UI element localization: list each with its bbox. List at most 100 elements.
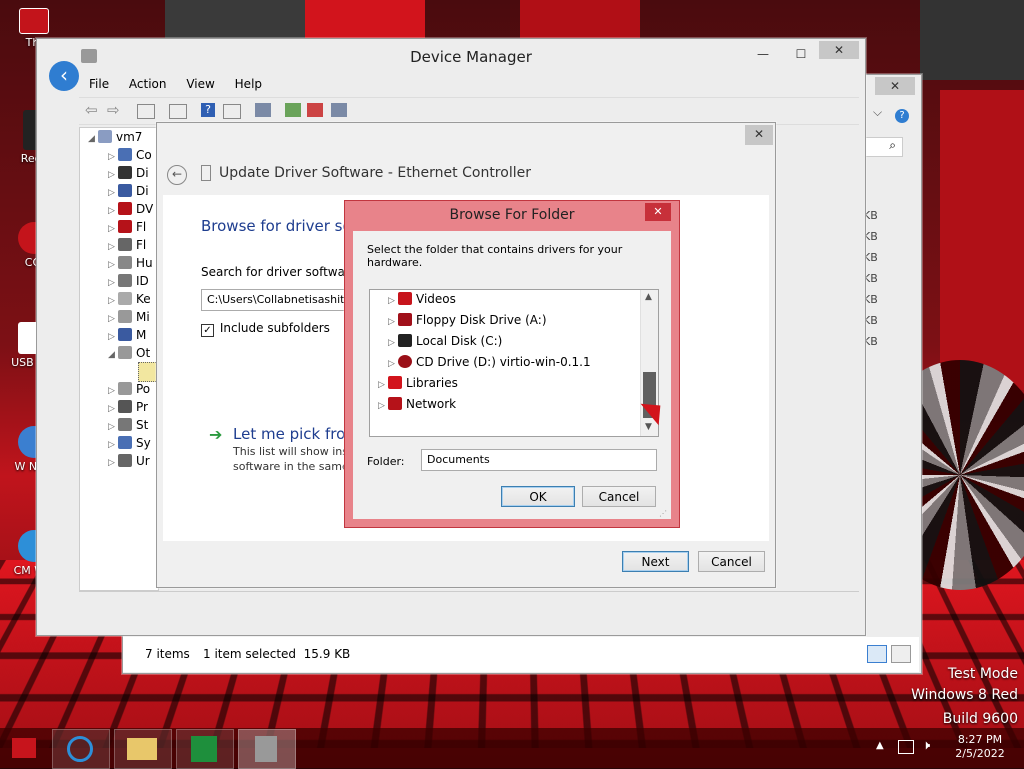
next-button[interactable]: Next: [622, 551, 689, 572]
menu-action[interactable]: Action: [129, 77, 167, 91]
resize-grip-icon[interactable]: ⋰: [659, 509, 667, 518]
tree-item[interactable]: ▷ ID: [108, 272, 149, 290]
folder-item-label: Network: [406, 397, 457, 411]
close-button[interactable]: ✕: [645, 203, 671, 221]
tree-item[interactable]: ▷ M: [108, 326, 146, 344]
taskbar-store[interactable]: [176, 729, 234, 769]
bg-block: [920, 0, 1024, 80]
usb-icon: [118, 454, 132, 467]
tree-item[interactable]: ▷ Hu: [108, 254, 153, 272]
watermark-edition: Windows 8 Red: [911, 687, 1018, 703]
arrow-right-icon: ➔: [209, 425, 223, 444]
include-subfolders-label: Include subfolders: [219, 321, 330, 335]
forward-icon[interactable]: ⇨: [107, 101, 120, 119]
search-icon[interactable]: ⌕: [863, 137, 903, 157]
pick-from-list-link[interactable]: Let me pick from: [233, 425, 360, 443]
explorer-close-button[interactable]: ✕: [875, 77, 915, 95]
show-hidden-icons-icon[interactable]: ▲: [876, 740, 884, 751]
tree-item[interactable]: ▷ Mi: [108, 308, 150, 326]
clock[interactable]: 8:27 PM 2/5/2022: [944, 733, 1016, 761]
folder-item-floppy[interactable]: ▷ Floppy Disk Drive (A:): [388, 311, 547, 329]
scan-hardware-icon[interactable]: [255, 103, 271, 117]
tree-item-label: Di: [136, 184, 149, 198]
ok-button[interactable]: OK: [501, 486, 575, 507]
view-icon[interactable]: [223, 104, 241, 119]
status-selection: 1 item selected 15.9 KB: [203, 647, 351, 661]
device-tree: ◢ vm7 ▷ Co ▷ Di ▷ Di ▷ DV ▷ Fl ▷ Fl ▷ Hu ▷ ID ▷ Ke…: [79, 127, 160, 591]
tree-item-label: ID: [136, 274, 149, 288]
uninstall-icon[interactable]: [307, 103, 323, 117]
show-hide-console-tree-icon[interactable]: [137, 104, 155, 119]
device-manager-titlebar: Device Manager — ☐ ✕: [37, 39, 865, 69]
tree-item[interactable]: ▷ Co: [108, 146, 152, 164]
checkbox-checked-icon[interactable]: ✓: [201, 324, 214, 337]
tree-item[interactable]: ▷ Di: [108, 164, 149, 182]
tree-item[interactable]: ▷ Fl: [108, 218, 146, 236]
menu-view[interactable]: View: [186, 77, 214, 91]
back-arrow-icon[interactable]: ←: [167, 165, 187, 185]
tree-item[interactable]: ▷ Di: [108, 182, 149, 200]
tree-item[interactable]: ▷ Sy: [108, 434, 151, 452]
cancel-button[interactable]: Cancel: [698, 551, 765, 572]
tree-item-label: Po: [136, 382, 151, 396]
cancel-button[interactable]: Cancel: [582, 486, 656, 507]
tree-item-label: Hu: [136, 256, 153, 270]
folder-item-videos[interactable]: ▷ Videos: [388, 290, 456, 308]
scroll-up-icon[interactable]: ▲: [645, 292, 652, 302]
large-icons-view-icon[interactable]: [891, 645, 911, 663]
libraries-icon: [388, 376, 402, 389]
pick-description: software in the same: [233, 460, 349, 473]
help-icon[interactable]: ?: [895, 109, 909, 123]
properties-icon[interactable]: [169, 104, 187, 119]
device-manager-icon: [255, 736, 277, 762]
tree-item[interactable]: ▷ Pr: [108, 398, 148, 416]
tree-item[interactable]: ▷ Ke: [108, 290, 151, 308]
folder-tree[interactable]: ▷ Videos ▷ Floppy Disk Drive (A:) ▷ Local D…: [369, 289, 659, 437]
update-driver-icon[interactable]: [285, 103, 301, 117]
tree-item[interactable]: ▷ Po: [108, 380, 150, 398]
expand-arrow-icon: ▷: [388, 359, 395, 369]
tree-root[interactable]: ◢ vm7: [88, 128, 142, 146]
taskbar-file-explorer[interactable]: [114, 729, 172, 769]
floppy-controller-icon: [118, 238, 132, 251]
close-button[interactable]: ✕: [745, 125, 773, 145]
tree-item[interactable]: ◢ Ot: [108, 344, 150, 362]
taskbar-internet-explorer[interactable]: [52, 729, 110, 769]
disk-drive-icon: [118, 166, 132, 179]
volume-muted-icon[interactable]: 🕨: [922, 738, 930, 753]
tree-item[interactable]: ▷ St: [108, 416, 148, 434]
minimize-button[interactable]: —: [749, 45, 777, 63]
storage-icon: [118, 418, 132, 431]
include-subfolders-checkbox[interactable]: ✓ Include subfolders: [201, 321, 330, 337]
mouse-icon: [118, 310, 132, 323]
driver-path-input[interactable]: C:\Users\Collabnetisashitc: [201, 289, 351, 311]
folder-icon: [127, 738, 157, 760]
start-button[interactable]: [12, 738, 36, 758]
tree-item[interactable]: ▷ DV: [108, 200, 153, 218]
taskbar-device-manager[interactable]: [238, 729, 296, 769]
tree-root-label: vm7: [116, 130, 143, 144]
scroll-down-icon[interactable]: ▼: [645, 422, 652, 432]
network-tray-icon[interactable]: [898, 740, 914, 754]
menu-help[interactable]: Help: [235, 77, 262, 91]
clock-date: 2/5/2022: [955, 747, 1005, 760]
folder-item-local-disk[interactable]: ▷ Local Disk (C:): [388, 332, 502, 350]
maximize-button[interactable]: ☐: [787, 45, 815, 63]
tree-item[interactable]: ▷ Fl: [108, 236, 146, 254]
folder-label: Folder:: [367, 455, 405, 468]
close-button[interactable]: ✕: [819, 41, 859, 59]
toolbar: ⇦ ⇨ ?: [79, 97, 859, 125]
folder-item-libraries[interactable]: ▷ Libraries: [378, 374, 458, 392]
tree-item[interactable]: ▷ Ur: [108, 452, 150, 470]
menu-file[interactable]: File: [89, 77, 109, 91]
folder-input[interactable]: Documents: [421, 449, 657, 471]
enable-device-icon[interactable]: [331, 103, 347, 117]
chevron-down-icon[interactable]: ⌵: [873, 105, 887, 120]
details-view-icon[interactable]: [867, 645, 887, 663]
tree-item-label: St: [136, 418, 149, 432]
hid-icon: [118, 256, 132, 269]
folder-item-network[interactable]: ▷ Network: [378, 395, 456, 413]
back-icon[interactable]: ⇦: [85, 101, 98, 119]
help-icon[interactable]: ?: [201, 103, 215, 117]
folder-item-cd-drive[interactable]: ▷ CD Drive (D:) virtio-win-0.1.1: [388, 353, 591, 371]
